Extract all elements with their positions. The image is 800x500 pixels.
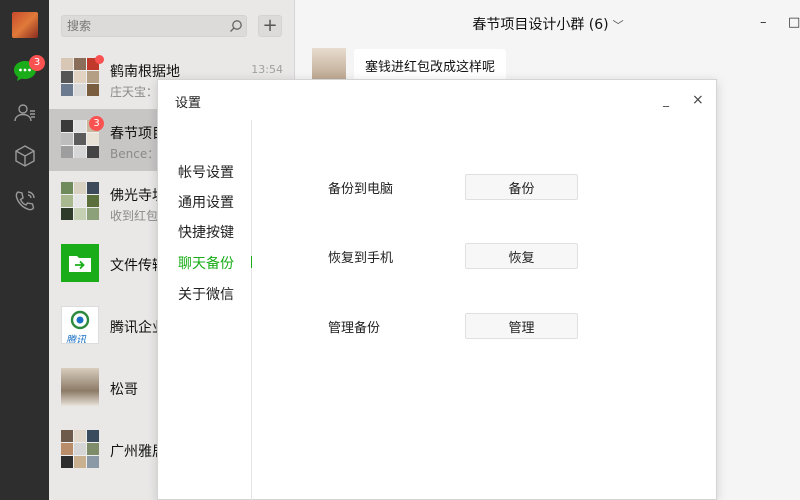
nav-shortcuts[interactable]: 快捷按键: [178, 222, 234, 242]
chat-name: 松哥: [110, 382, 138, 398]
phone-icon[interactable]: [12, 188, 38, 214]
nav-general-settings[interactable]: 通用设置: [178, 192, 234, 212]
contact-avatar: [61, 368, 99, 406]
chevron-down-icon[interactable]: ﹀: [613, 17, 624, 33]
sender-avatar[interactable]: [312, 48, 346, 82]
nav-chat-backup[interactable]: 聊天备份: [178, 253, 234, 273]
chat-preview: 收到红包: [110, 209, 159, 223]
restore-button[interactable]: 恢复: [465, 243, 578, 269]
chat-preview: Bence：: [110, 147, 160, 161]
backup-to-pc-label: 备份到电脑: [328, 182, 394, 197]
search-input[interactable]: [61, 15, 247, 37]
settings-dialog: 设置 _ × 帐号设置 通用设置 快捷按键 聊天备份 关于微信 备份到电脑 备份…: [157, 79, 717, 500]
chat-title[interactable]: 春节项目设计小群 (6) ﹀: [296, 14, 800, 34]
file-transfer-icon: [61, 244, 99, 282]
nav-about[interactable]: 关于微信: [178, 284, 234, 304]
add-chat-button[interactable]: +: [258, 15, 282, 37]
nav-rail: 3: [0, 0, 49, 500]
settings-nav: 帐号设置 通用设置 快捷按键 聊天备份 关于微信: [158, 120, 252, 500]
chat-time: 13:54: [251, 63, 283, 76]
unread-badge: 3: [29, 55, 45, 71]
group-avatar: [61, 58, 99, 96]
dialog-header: 设置 _ ×: [158, 80, 716, 120]
dialog-body: 帐号设置 通用设置 快捷按键 聊天备份 关于微信 备份到电脑 备份 恢复到手机 …: [158, 120, 716, 500]
nav-account-settings[interactable]: 帐号设置: [178, 162, 234, 182]
group-avatar: [61, 182, 99, 220]
minimize-icon[interactable]: –: [760, 15, 767, 30]
dialog-close-icon[interactable]: ×: [692, 92, 704, 108]
dialog-title: 设置: [175, 96, 202, 111]
maximize-icon[interactable]: □: [788, 15, 800, 30]
tencent-logo-icon: 腾讯: [61, 306, 99, 344]
message-bubble[interactable]: 塞钱进红包改成这样呢: [354, 49, 507, 82]
unread-badge: 3: [89, 116, 104, 131]
favorites-box-icon[interactable]: [12, 143, 38, 169]
search-icon[interactable]: [229, 19, 243, 33]
restore-to-phone-label: 恢复到手机: [328, 251, 394, 266]
manage-button[interactable]: 管理: [465, 313, 578, 339]
user-avatar[interactable]: [12, 12, 38, 38]
group-avatar: [61, 430, 99, 468]
manage-backup-label: 管理备份: [328, 321, 381, 336]
dialog-minimize-icon[interactable]: _: [663, 93, 669, 107]
chat-preview: 庄天宝：: [110, 85, 159, 99]
unread-dot: [95, 55, 104, 64]
chat-name: 鹤南根据地: [110, 64, 180, 80]
backup-button[interactable]: 备份: [465, 174, 578, 200]
active-nav-marker: [249, 256, 252, 268]
contacts-icon[interactable]: [12, 100, 38, 126]
